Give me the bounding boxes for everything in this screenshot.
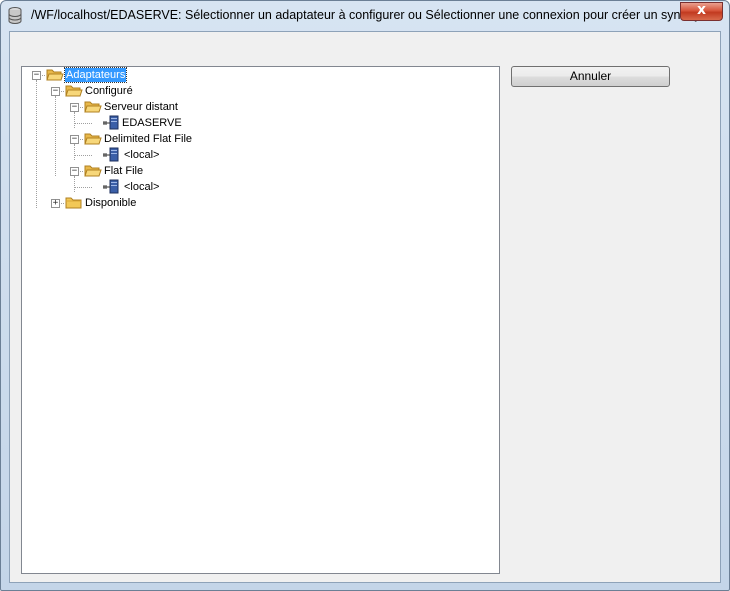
tree-node-local-delimited[interactable]: <local> <box>123 148 160 162</box>
collapse-toggle-serveur-distant[interactable]: − <box>70 103 79 112</box>
close-button[interactable]: x <box>680 2 723 21</box>
tree-node-serveur-distant[interactable]: Serveur distant <box>103 100 179 114</box>
tree-line <box>74 112 75 128</box>
database-app-icon <box>8 7 22 24</box>
cancel-button[interactable]: Annuler <box>511 66 670 87</box>
tree-line <box>74 144 75 160</box>
tree-node-delimited-flat-file[interactable]: Delimited Flat File <box>103 132 193 146</box>
tree-line <box>36 80 37 208</box>
folder-open-icon <box>84 101 102 113</box>
folder-open-icon <box>46 69 64 81</box>
folder-open-icon <box>84 133 102 145</box>
dialog-window: /WF/localhost/EDASERVE: Sélectionner un … <box>0 0 730 591</box>
database-connection-icon <box>103 179 119 194</box>
tree-node-local-flat[interactable]: <local> <box>123 180 160 194</box>
database-connection-icon <box>103 115 119 130</box>
tree-line <box>55 96 56 176</box>
window-title: /WF/localhost/EDASERVE: Sélectionner un … <box>31 8 711 22</box>
tree-node-edaserve[interactable]: EDASERVE <box>121 116 183 130</box>
tree-line <box>74 187 92 188</box>
collapse-toggle-flat-file[interactable]: − <box>70 167 79 176</box>
title-bar: /WF/localhost/EDASERVE: Sélectionner un … <box>1 1 729 31</box>
folder-closed-icon <box>65 197 82 209</box>
adapter-tree[interactable]: − Adaptateurs − Configuré − Serveur dist… <box>21 66 500 574</box>
tree-node-disponible[interactable]: Disponible <box>84 196 137 210</box>
database-connection-icon <box>103 147 119 162</box>
tree-node-configure[interactable]: Configuré <box>84 84 134 98</box>
tree-line <box>74 155 92 156</box>
tree-line <box>74 176 75 192</box>
collapse-toggle-configure[interactable]: − <box>51 87 60 96</box>
folder-open-icon <box>65 85 83 97</box>
folder-open-icon <box>84 165 102 177</box>
tree-node-flat-file[interactable]: Flat File <box>103 164 144 178</box>
collapse-toggle-adaptateurs[interactable]: − <box>32 71 41 80</box>
close-icon: x <box>696 2 707 18</box>
dialog-client-area: − Adaptateurs − Configuré − Serveur dist… <box>9 31 721 583</box>
expand-toggle-disponible[interactable]: + <box>51 199 60 208</box>
tree-line <box>74 123 92 124</box>
tree-node-adaptateurs[interactable]: Adaptateurs <box>63 67 128 83</box>
collapse-toggle-delimited-flat-file[interactable]: − <box>70 135 79 144</box>
